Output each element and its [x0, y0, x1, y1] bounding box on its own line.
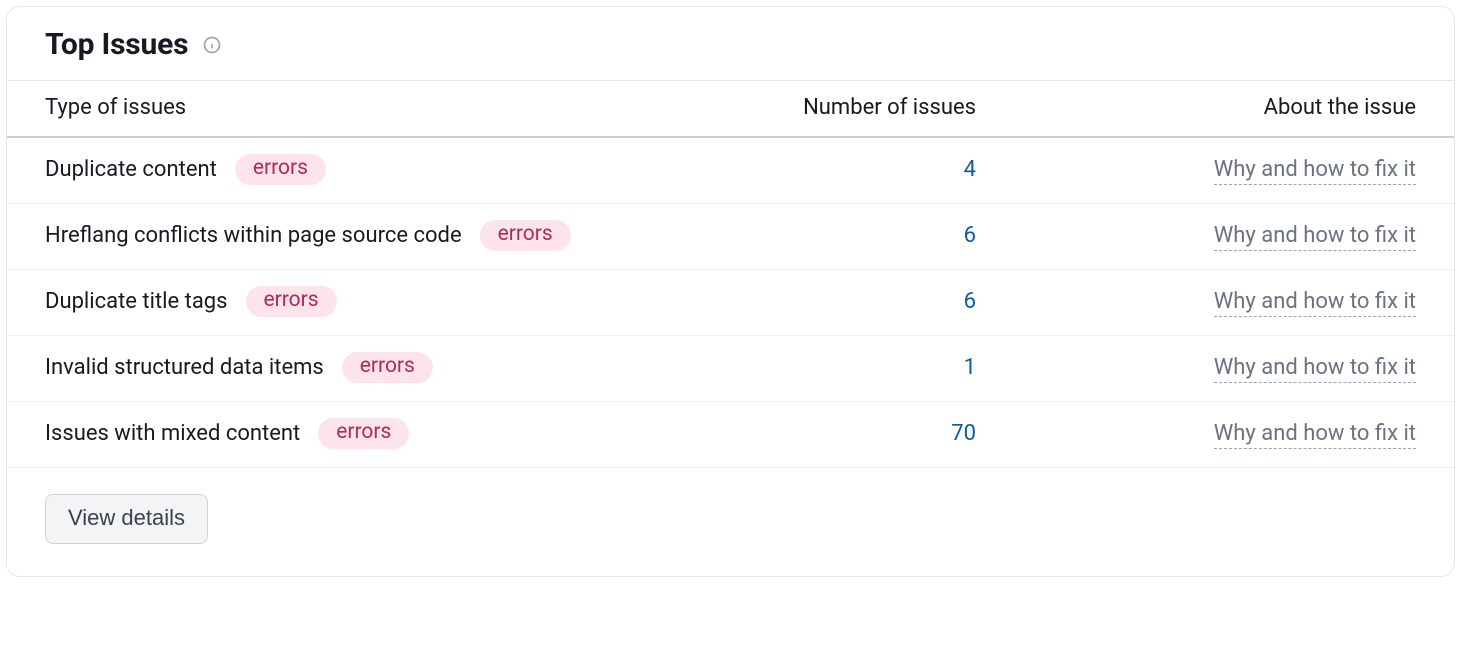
issue-count[interactable]: 6: [756, 289, 986, 314]
column-header-about: About the issue: [986, 95, 1416, 120]
table-row: Duplicate title tags errors 6 Why and ho…: [7, 270, 1454, 336]
table-header-row: Type of issues Number of issues About th…: [7, 80, 1454, 138]
error-badge: errors: [246, 286, 337, 317]
error-badge: errors: [342, 352, 433, 383]
table-row: Hreflang conflicts within page source co…: [7, 204, 1454, 270]
issue-name: Duplicate content: [45, 157, 217, 182]
card-footer: View details: [7, 468, 1454, 576]
fix-cell: Why and how to fix it: [986, 157, 1416, 182]
issue-count[interactable]: 70: [756, 421, 986, 446]
issue-name-cell: Issues with mixed content errors: [45, 418, 756, 449]
top-issues-card: Top Issues Type of issues Number of issu…: [6, 6, 1455, 577]
fix-link[interactable]: Why and how to fix it: [1214, 421, 1416, 449]
column-header-type: Type of issues: [45, 95, 756, 120]
issue-name-cell: Duplicate title tags errors: [45, 286, 756, 317]
error-badge: errors: [235, 154, 326, 185]
issue-name: Issues with mixed content: [45, 421, 300, 446]
table-row: Duplicate content errors 4 Why and how t…: [7, 138, 1454, 204]
column-header-count: Number of issues: [756, 95, 986, 120]
error-badge: errors: [480, 220, 571, 251]
issue-name: Hreflang conflicts within page source co…: [45, 223, 462, 248]
info-icon[interactable]: [202, 35, 222, 55]
issue-name-cell: Duplicate content errors: [45, 154, 756, 185]
fix-cell: Why and how to fix it: [986, 289, 1416, 314]
fix-link[interactable]: Why and how to fix it: [1214, 157, 1416, 185]
fix-cell: Why and how to fix it: [986, 355, 1416, 380]
issue-count[interactable]: 4: [756, 157, 986, 182]
error-badge: errors: [318, 418, 409, 449]
table-row: Issues with mixed content errors 70 Why …: [7, 402, 1454, 468]
fix-link[interactable]: Why and how to fix it: [1214, 289, 1416, 317]
issue-name: Duplicate title tags: [45, 289, 228, 314]
fix-link[interactable]: Why and how to fix it: [1214, 355, 1416, 383]
issue-name-cell: Invalid structured data items errors: [45, 352, 756, 383]
fix-cell: Why and how to fix it: [986, 223, 1416, 248]
issue-count[interactable]: 1: [756, 355, 986, 380]
table-row: Invalid structured data items errors 1 W…: [7, 336, 1454, 402]
issue-count[interactable]: 6: [756, 223, 986, 248]
view-details-button[interactable]: View details: [45, 494, 208, 544]
issue-name: Invalid structured data items: [45, 355, 324, 380]
card-title: Top Issues: [45, 27, 188, 62]
fix-link[interactable]: Why and how to fix it: [1214, 223, 1416, 251]
issue-name-cell: Hreflang conflicts within page source co…: [45, 220, 756, 251]
fix-cell: Why and how to fix it: [986, 421, 1416, 446]
card-header: Top Issues: [7, 7, 1454, 80]
